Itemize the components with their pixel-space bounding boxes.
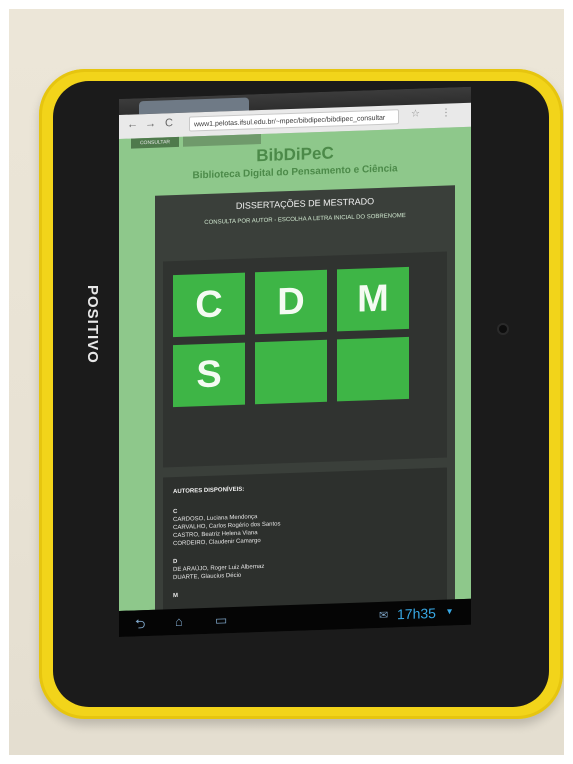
tab-secondary[interactable]	[183, 134, 261, 147]
letter-tile-m[interactable]: M	[337, 266, 409, 332]
letter-tile-d[interactable]: D	[255, 269, 327, 335]
author-group-letter-m: M	[173, 592, 178, 600]
author-link[interactable]: DE ARAÚJO, Roger Luiz Albernaz	[173, 564, 264, 573]
letter-tile-empty-1	[255, 339, 327, 405]
recent-apps-icon[interactable]: ▭	[215, 612, 227, 628]
author-group-letter-d: D	[173, 558, 178, 566]
page-subheading: CONSULTA POR AUTOR - ESCOLHA A LETRA INI…	[204, 212, 406, 227]
url-input[interactable]: www1.pelotas.ifsul.edu.br/~mpec/bibdipec…	[189, 109, 399, 132]
author-link[interactable]: CORDEIRO, Claudenir Camargo	[173, 538, 261, 547]
author-link[interactable]: DUARTE, Glaucius Décio	[173, 573, 241, 581]
camera-icon	[499, 325, 507, 333]
letter-panel: C D M S	[163, 251, 447, 468]
forward-arrow-icon[interactable]: →	[145, 118, 156, 130]
back-arrow-icon[interactable]: ←	[127, 118, 138, 130]
home-icon[interactable]: ⌂	[175, 614, 183, 629]
clock: 17h35	[397, 604, 436, 623]
menu-icon[interactable]: ⋮	[441, 107, 451, 118]
web-page: CONSULTAR BibDiPeC Biblioteca Digital do…	[119, 126, 471, 614]
tablet-screen: ← → C www1.pelotas.ifsul.edu.br/~mpec/bi…	[119, 86, 471, 637]
letter-tile-empty-2	[337, 336, 409, 402]
author-group-letter-c: C	[173, 508, 178, 516]
updated-note	[155, 231, 455, 241]
wifi-icon: ▾	[447, 606, 453, 618]
mail-icon[interactable]: ✉	[379, 609, 388, 622]
reload-icon[interactable]: C	[165, 117, 173, 129]
tab-consultar[interactable]: CONSULTAR	[131, 136, 179, 149]
authors-title: AUTORES DISPONÍVEIS:	[173, 486, 245, 496]
page-heading: DISSERTAÇÕES DE MESTRADO	[235, 196, 375, 211]
brand-logo: POSITIVO	[84, 285, 101, 364]
star-icon[interactable]: ☆	[411, 108, 420, 119]
photo-frame: POSITIVO ← → C www1.pelotas.ifsul.edu.br…	[9, 9, 564, 755]
back-icon[interactable]: ⮌	[135, 615, 145, 637]
letter-tile-c[interactable]: C	[173, 272, 245, 338]
authors-panel: AUTORES DISPONÍVEIS: C CARDOSO, Luciana …	[163, 467, 447, 614]
content-box: DISSERTAÇÕES DE MESTRADO CONSULTA POR AU…	[155, 185, 455, 614]
letter-tile-s[interactable]: S	[173, 342, 245, 408]
author-link[interactable]: CARVALHO, Carlos Rogério dos Santos	[173, 521, 281, 531]
